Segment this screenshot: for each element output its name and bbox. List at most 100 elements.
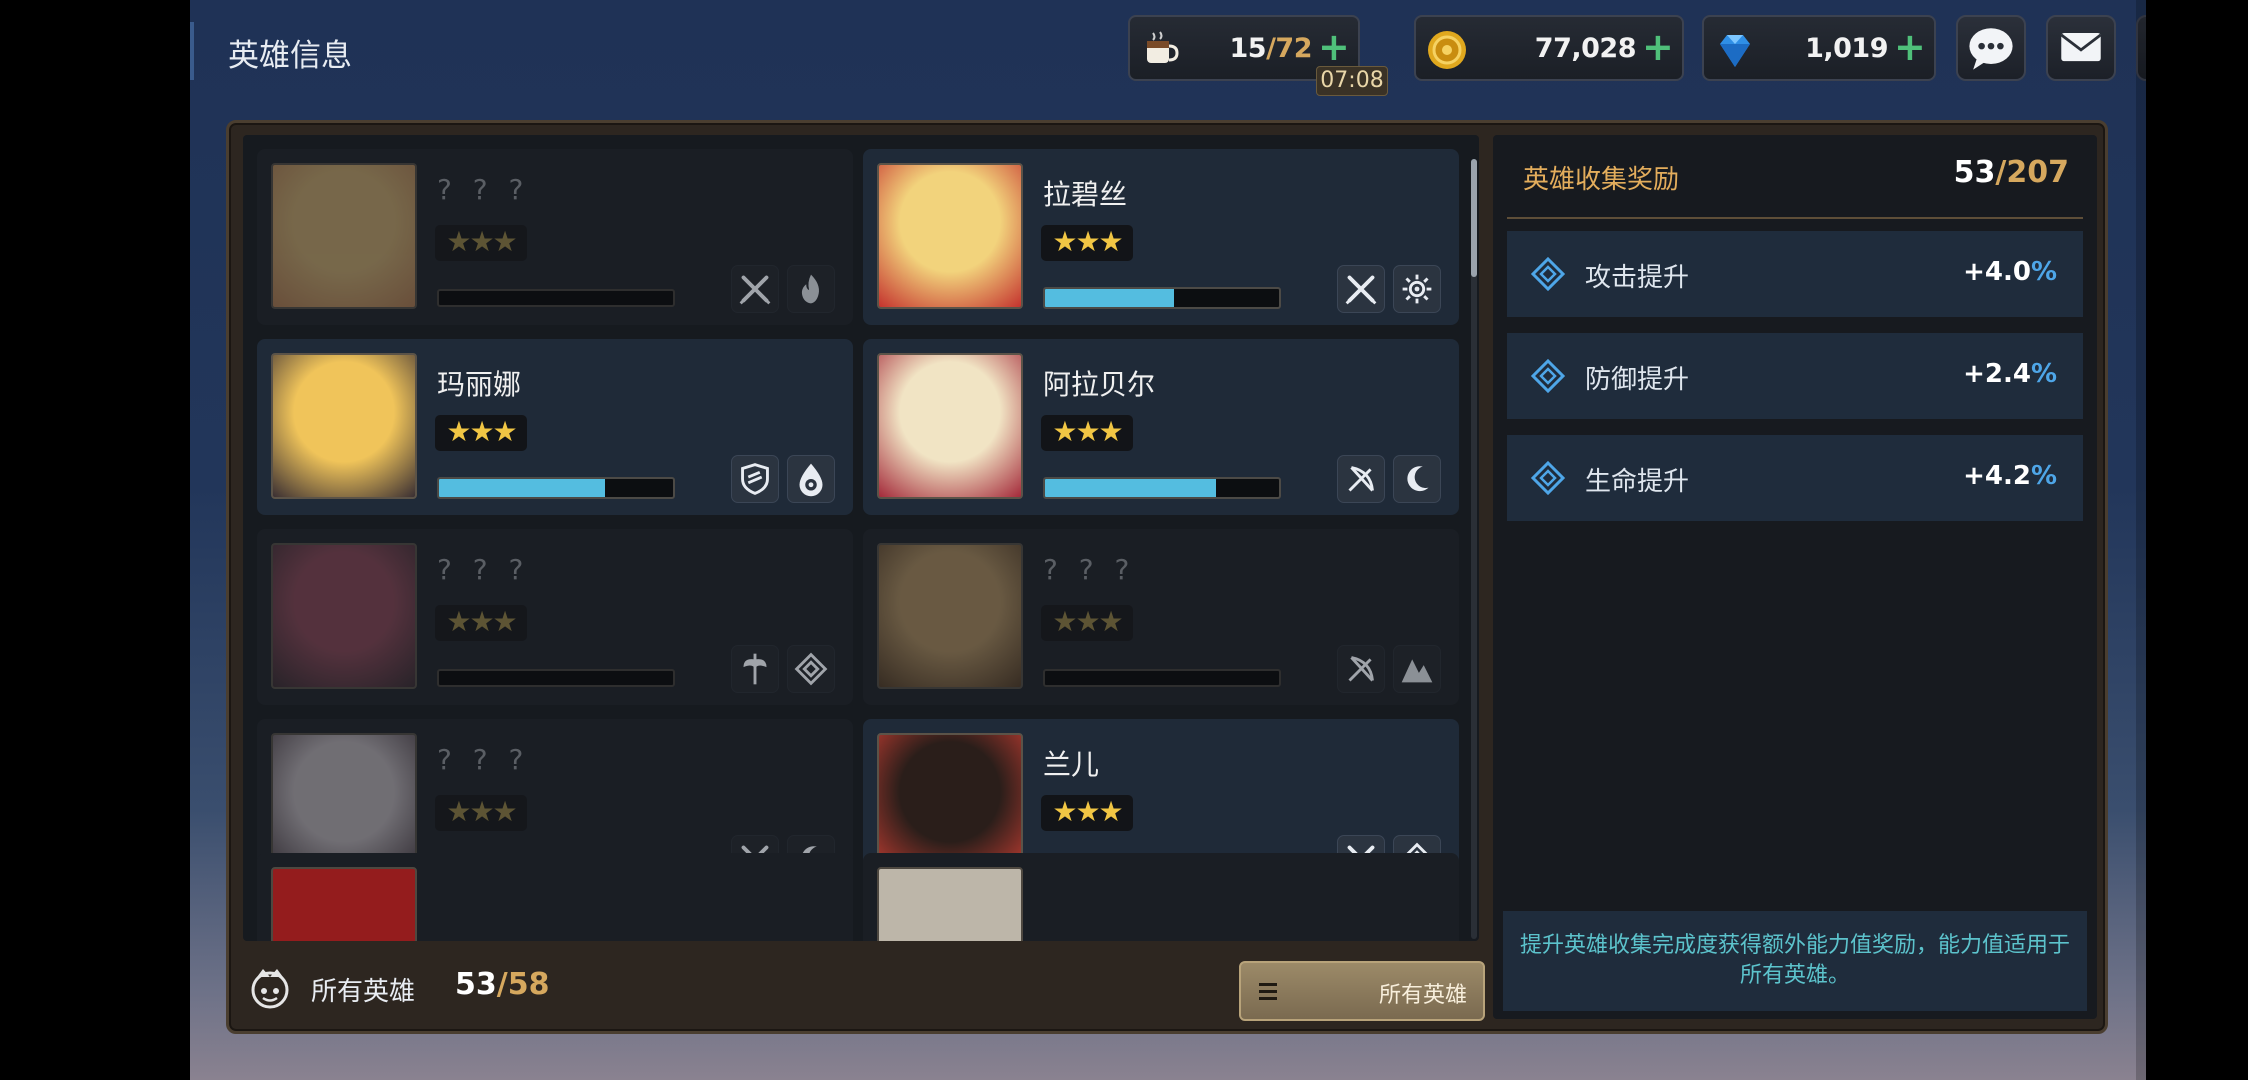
progress-fill (1045, 289, 1174, 307)
bonus-title: 英雄收集奖励 (1523, 165, 1680, 195)
hero-portrait (271, 353, 417, 499)
diamond-icon (1531, 461, 1565, 495)
stat-row: 攻击提升 +4.0% (1507, 231, 2083, 317)
stat-label: 生命提升 (1585, 467, 1690, 497)
all-heroes-label: 所有英雄 (311, 977, 416, 1007)
hero-emblem-icon (247, 965, 293, 1011)
hero-card[interactable]: 拉碧丝 ★★★ (863, 149, 1459, 325)
hero-portrait (271, 543, 417, 689)
mail-button[interactable] (2046, 15, 2116, 81)
hero-portrait (271, 163, 417, 309)
hero-portrait (271, 867, 417, 941)
list-icon (1259, 983, 1277, 1000)
divider (1507, 217, 2083, 219)
hero-card[interactable]: ? ? ? ★★★ (257, 529, 853, 705)
stat-value: +4.0% (1963, 257, 2057, 287)
stat-label: 攻击提升 (1585, 263, 1690, 293)
all-heroes-count: 53/58 (455, 967, 550, 1002)
star-rating: ★★★ (1041, 605, 1133, 641)
title-accent (190, 22, 194, 80)
hero-card[interactable]: 玛丽娜 ★★★ (257, 339, 853, 515)
hero-card[interactable]: ? ? ? ★★★ (863, 529, 1459, 705)
list-scrollbar[interactable] (1471, 159, 1477, 939)
add-gold-button[interactable]: + (1642, 28, 1674, 66)
hero-progress-bar (1043, 669, 1281, 687)
progress-fill (439, 479, 606, 497)
hero-list[interactable]: ? ? ? ★★★ 拉碧丝 ★★★ 玛丽娜 ★★★ 阿拉贝尔 ★★★ ? ? ?… (243, 135, 1479, 941)
moon-icon (1393, 455, 1441, 503)
gem-counter[interactable]: 1,019 + (1702, 15, 1936, 81)
mail-icon (2060, 32, 2102, 62)
diamond-icon (1531, 257, 1565, 291)
gold-coin-icon (1424, 27, 1470, 73)
hero-portrait (877, 543, 1023, 689)
crossed-swords-icon (1337, 265, 1385, 313)
hero-info-panel: ? ? ? ★★★ 拉碧丝 ★★★ 玛丽娜 ★★★ 阿拉贝尔 ★★★ ? ? ?… (226, 120, 2108, 1034)
add-gem-button[interactable]: + (1894, 28, 1926, 66)
hero-name: ? ? ? (437, 553, 530, 586)
hero-name: ? ? ? (437, 173, 530, 206)
bonus-count: 53/207 (1953, 155, 2069, 190)
hero-portrait (877, 867, 1023, 941)
star-rating: ★★★ (435, 605, 527, 641)
collection-bonus-panel: 英雄收集奖励 53/207 攻击提升 +4.0% 防御提升 +2.4% 生命提升… (1493, 135, 2097, 1019)
diamond-icon (787, 645, 835, 693)
water-drop-icon (787, 455, 835, 503)
page-title: 英雄信息 (228, 38, 352, 74)
hero-progress-bar (437, 669, 675, 687)
hero-filter-button[interactable]: 所有英雄 (1239, 961, 1485, 1021)
hero-progress-bar (437, 477, 675, 499)
fire-icon (787, 265, 835, 313)
bow-icon (1337, 645, 1385, 693)
hero-name: 兰儿 (1043, 748, 1100, 781)
gem-value: 1,019 (1805, 33, 1888, 64)
hero-progress-bar (437, 289, 675, 307)
hero-progress-bar (1043, 287, 1281, 309)
crossed-swords-icon (731, 265, 779, 313)
game-screen: 英雄信息 15/72 + 07:08 77,028 + 1,019 + ? ? … (190, 0, 2146, 1080)
chat-bubble-icon (1969, 28, 2013, 70)
axe-icon (731, 645, 779, 693)
star-rating: ★★★ (435, 795, 527, 831)
stat-row: 生命提升 +4.2% (1507, 435, 2083, 521)
add-stamina-button[interactable]: + (1318, 28, 1350, 66)
hero-name: ? ? ? (1043, 553, 1136, 586)
stamina-value: 15/72 (1229, 33, 1312, 64)
bow-icon (1337, 455, 1385, 503)
hero-name: 拉碧丝 (1043, 178, 1128, 211)
scroll-thumb[interactable] (1471, 159, 1477, 277)
progress-fill (1045, 479, 1216, 497)
hero-name: 阿拉贝尔 (1043, 368, 1156, 401)
mountain-icon (1393, 645, 1441, 693)
bonus-note: 提升英雄收集完成度获得额外能力值奖励，能力值适用于所有英雄。 (1503, 911, 2087, 1011)
hero-name: 玛丽娜 (437, 368, 522, 401)
stat-row: 防御提升 +2.4% (1507, 333, 2083, 419)
chat-button[interactable] (1956, 15, 2026, 81)
star-rating: ★★★ (435, 415, 527, 451)
filter-label: 所有英雄 (1378, 983, 1467, 1008)
blue-gem-icon (1712, 27, 1758, 73)
coffee-cup-icon (1138, 27, 1184, 73)
stamina-timer: 07:08 (1316, 66, 1388, 96)
hero-portrait (877, 353, 1023, 499)
stat-value: +4.2% (1963, 461, 2057, 491)
hero-progress-bar (1043, 477, 1281, 499)
edge-strip (2136, 0, 2146, 1080)
hero-portrait (877, 163, 1023, 309)
hero-card[interactable]: 阿拉贝尔 ★★★ (863, 339, 1459, 515)
star-rating: ★★★ (435, 225, 527, 261)
sun-icon (1393, 265, 1441, 313)
star-rating: ★★★ (1041, 795, 1133, 831)
hero-card[interactable] (863, 853, 1459, 941)
gold-counter[interactable]: 77,028 + (1414, 15, 1684, 81)
star-rating: ★★★ (1041, 225, 1133, 261)
gold-value: 77,028 (1534, 33, 1637, 64)
stat-value: +2.4% (1963, 359, 2057, 389)
hero-card[interactable]: ? ? ? ★★★ (257, 149, 853, 325)
star-rating: ★★★ (1041, 415, 1133, 451)
diamond-icon (1531, 359, 1565, 393)
hero-card[interactable] (257, 853, 853, 941)
shield-icon (731, 455, 779, 503)
hero-name: ? ? ? (437, 743, 530, 776)
stat-label: 防御提升 (1585, 365, 1690, 395)
